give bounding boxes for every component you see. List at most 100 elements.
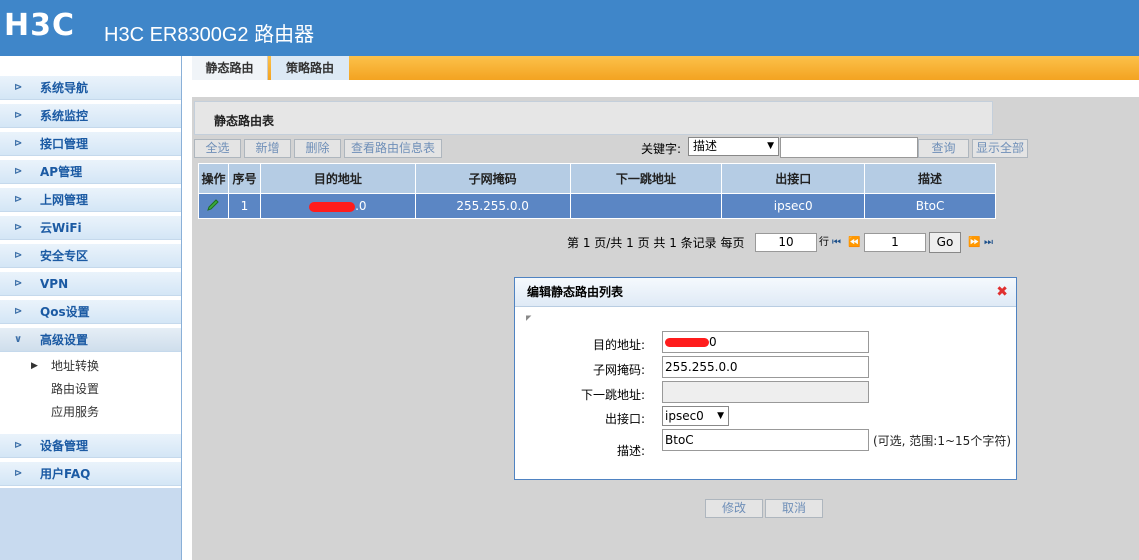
delete-button[interactable]: 删除: [294, 139, 341, 158]
expand-arrow-icon: ⊳: [14, 306, 23, 317]
sidebar-item-label: 接口管理: [40, 137, 89, 151]
first-page-icon[interactable]: ⏮: [832, 233, 841, 253]
mask-label: 子网掩码:: [592, 363, 645, 377]
app-header: H3C H3C ER8300G2 路由器: [0, 0, 1139, 56]
desc-field[interactable]: BtoC: [662, 429, 869, 451]
chevron-right-icon: ▶: [31, 361, 38, 371]
sidebar-divider: [181, 56, 191, 560]
dest-field-value: 0: [709, 335, 717, 349]
dest-field[interactable]: 0: [662, 331, 869, 353]
col-iface: 出接口: [721, 163, 866, 194]
row-mask: 255.255.0.0: [414, 193, 571, 219]
sidebar-item-cloud-wifi[interactable]: ⊳ 云WiFi: [0, 216, 181, 240]
sidebar-item-label: 系统导航: [40, 81, 89, 95]
select-all-button[interactable]: 全选: [194, 139, 241, 158]
sidebar: ⊳ 系统导航 ⊳ 系统监控 ⊳ 接口管理 ⊳ AP管理 ⊳ 上网管理 ⊳ 云WiFi ⊳ 安全…: [0, 56, 181, 560]
sidebar-item-ap[interactable]: ⊳ AP管理: [0, 160, 181, 184]
sidebar-item-qos[interactable]: ⊳ Qos设置: [0, 300, 181, 324]
keyword-label: 关键字:: [641, 142, 682, 156]
search-button[interactable]: 查询: [918, 139, 969, 158]
sidebar-item-internet[interactable]: ⊳ 上网管理: [0, 188, 181, 212]
corner-mark-icon: ◤: [526, 314, 532, 322]
sidebar-subitem-label: 应用服务: [51, 405, 100, 419]
sidebar-item-label: AP管理: [40, 165, 83, 179]
add-button[interactable]: 新增: [244, 139, 291, 158]
keyword-select[interactable]: 描述 ▼: [688, 137, 779, 156]
tab-policy-route[interactable]: 策略路由: [271, 56, 349, 80]
sidebar-item-system-monitor[interactable]: ⊳ 系统监控: [0, 104, 181, 128]
col-action: 操作: [198, 163, 229, 194]
modify-button[interactable]: 修改: [705, 499, 763, 518]
sidebar-item-label: VPN: [40, 277, 69, 291]
col-mask: 子网掩码: [414, 163, 571, 194]
panel-title: 静态路由表: [194, 101, 993, 135]
next-page-icon[interactable]: ⏩: [968, 233, 980, 253]
expand-arrow-icon: ⊳: [14, 166, 23, 177]
close-icon[interactable]: ✖: [996, 278, 1008, 307]
edit-route-dialog: 编辑静态路由列表 ✖ ◤ 目的地址: 0 子网掩码: 255.255.0.0 下…: [514, 277, 1017, 480]
sidebar-item-interface[interactable]: ⊳ 接口管理: [0, 132, 181, 156]
mask-field[interactable]: 255.255.0.0: [662, 356, 869, 378]
desc-hint: (可选, 范围:1~15个字符): [873, 434, 1011, 448]
next-hop-field[interactable]: [662, 381, 869, 403]
expand-arrow-icon: ⊳: [14, 278, 23, 289]
dialog-header: 编辑静态路由列表 ✖: [515, 278, 1016, 307]
sidebar-subitem-nat[interactable]: ▶ 地址转换: [0, 355, 181, 377]
edit-cell[interactable]: [198, 193, 229, 219]
h3c-logo: H3C: [4, 8, 75, 43]
sidebar-item-faq[interactable]: ⊳ 用户FAQ: [0, 462, 181, 486]
sidebar-item-label: 设备管理: [40, 439, 89, 453]
dropdown-arrow-icon: ▼: [717, 411, 724, 421]
product-title: H3C ER8300G2 路由器: [104, 24, 315, 46]
expand-arrow-icon: ⊳: [14, 440, 23, 451]
sidebar-item-label: 云WiFi: [40, 221, 82, 235]
view-route-info-button[interactable]: 查看路由信息表: [344, 139, 442, 158]
tab-bar: 静态路由 策略路由: [192, 56, 1139, 80]
prev-page-icon[interactable]: ⏪: [848, 233, 860, 253]
per-page-unit: 行: [819, 237, 829, 248]
row-iface: ipsec0: [721, 193, 866, 219]
last-page-icon[interactable]: ⏭: [984, 233, 993, 253]
row-dest: .0: [259, 193, 416, 219]
sidebar-subitem-app-service[interactable]: 应用服务: [0, 401, 181, 423]
redaction-mark: [665, 338, 709, 347]
per-page-input[interactable]: 10: [755, 233, 817, 252]
table-row[interactable]: 1 .0 255.255.0.0 ipsec0 BtoC: [198, 193, 996, 219]
iface-select[interactable]: ipsec0 ▼: [662, 406, 729, 426]
iface-select-value: ipsec0: [665, 409, 704, 423]
main-content: 静态路由 策略路由 静态路由表 全选 新增 删除 查看路由信息表 关键字: 描述…: [192, 56, 1139, 560]
col-next-hop: 下一跳地址: [569, 163, 723, 194]
edit-pencil-icon[interactable]: [206, 198, 220, 212]
col-index: 序号: [227, 163, 261, 194]
next-hop-label: 下一跳地址:: [580, 388, 645, 402]
cancel-button[interactable]: 取消: [765, 499, 823, 518]
sidebar-footer: [0, 488, 181, 560]
row-dest-suffix: .0: [355, 199, 367, 213]
sidebar-item-label: 用户FAQ: [40, 467, 91, 481]
sidebar-subitem-routing[interactable]: 路由设置: [0, 378, 181, 400]
row-desc: BtoC: [864, 193, 996, 219]
expand-arrow-icon: ⊳: [14, 468, 23, 479]
expand-arrow-icon: ⊳: [14, 194, 23, 205]
route-table: 操作 序号 目的地址 子网掩码 下一跳地址 出接口 描述 1 .0 255.25…: [198, 163, 996, 219]
sidebar-item-device[interactable]: ⊳ 设备管理: [0, 434, 181, 458]
sidebar-item-label: 系统监控: [40, 109, 89, 123]
row-next-hop: [569, 193, 723, 219]
sidebar-item-security[interactable]: ⊳ 安全专区: [0, 244, 181, 268]
table-header-row: 操作 序号 目的地址 子网掩码 下一跳地址 出接口 描述: [198, 163, 996, 194]
keyword-input[interactable]: [780, 137, 918, 158]
sidebar-item-vpn[interactable]: ⊳ VPN: [0, 272, 181, 296]
dialog-title: 编辑静态路由列表: [527, 285, 624, 299]
tab-static-route[interactable]: 静态路由: [192, 56, 268, 80]
page-input[interactable]: 1: [864, 233, 926, 252]
collapse-arrow-icon: ∨: [14, 334, 23, 345]
go-button[interactable]: Go: [929, 232, 961, 253]
col-desc: 描述: [864, 163, 996, 194]
sidebar-item-advanced[interactable]: ∨ 高级设置: [0, 328, 181, 352]
dropdown-arrow-icon: ▼: [767, 141, 774, 151]
show-all-button[interactable]: 显示全部: [972, 139, 1028, 158]
pager-text: 第 1 页/共 1 页 共 1 条记录 每页: [567, 236, 745, 250]
iface-label: 出接口:: [604, 412, 645, 426]
sidebar-item-system-nav[interactable]: ⊳ 系统导航: [0, 76, 181, 100]
sidebar-item-label: 安全专区: [40, 249, 89, 263]
